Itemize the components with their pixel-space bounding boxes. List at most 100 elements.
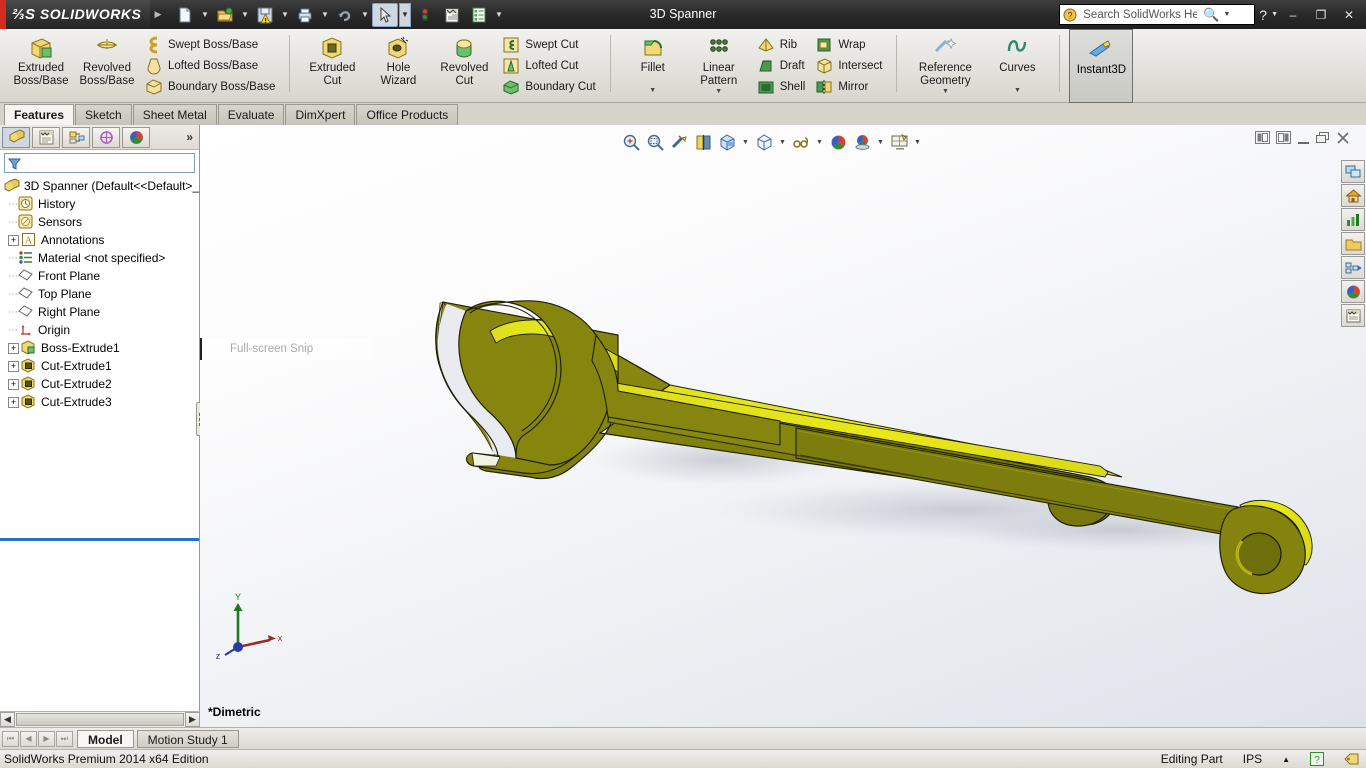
configuration-manager-tab[interactable] [62, 126, 90, 148]
solidworks-logo[interactable]: ⅔S SOLIDWORKS [0, 0, 150, 29]
tab-motion-study-1[interactable]: Motion Study 1 [136, 729, 239, 748]
nav-next-button[interactable]: ▶ [38, 730, 55, 747]
feature-tree-hscrollbar[interactable]: ◀ ▶ [0, 711, 200, 727]
swept-cut-button[interactable]: Swept Cut [499, 34, 598, 55]
tree-item-right-plane[interactable]: ⋯ Right Plane [8, 303, 199, 321]
status-units-arrow[interactable]: ▲ [1282, 755, 1290, 764]
instant3d-button[interactable]: Instant3D [1069, 29, 1134, 103]
status-units-label[interactable]: IPS [1243, 752, 1262, 766]
lofted-cut-button[interactable]: Lofted Cut [499, 55, 598, 76]
new-document-button[interactable] [172, 3, 198, 27]
boundary-boss-base-button[interactable]: Boundary Boss/Base [142, 76, 278, 97]
revolved-boss-base-button[interactable]: Revolved Boss/Base [74, 31, 140, 100]
graphics-area[interactable]: ▼ ▼ ▼ ▼ ▼ Full-screen Snip Y x z *Dimetr… [200, 125, 1366, 727]
tab-dimxpert[interactable]: DimXpert [285, 104, 356, 125]
tree-item-cut-extrude3[interactable]: + Cut-Extrude3 [8, 393, 199, 411]
display-manager-tab[interactable] [122, 126, 150, 148]
file-explorer-icon[interactable] [1341, 232, 1365, 255]
tree-item-origin[interactable]: ⋯ Origin [8, 321, 199, 339]
curves-button[interactable]: Curves ▼ [984, 31, 1050, 100]
tab-evaluate[interactable]: Evaluate [217, 104, 285, 125]
select-tool-dropdown[interactable]: ▼ [399, 2, 411, 27]
appearances-home-icon[interactable] [1341, 184, 1365, 207]
nav-last-button[interactable]: ⏭ [56, 730, 73, 747]
save-document-button[interactable] [252, 3, 278, 27]
nav-first-button[interactable]: ⏮ [2, 730, 19, 747]
select-tool-button[interactable] [372, 2, 398, 27]
hole-wizard-button[interactable]: Hole Wizard [365, 31, 431, 100]
tree-item-cut-extrude1[interactable]: + Cut-Extrude1 [8, 357, 199, 375]
search-input[interactable] [1081, 7, 1200, 22]
tree-item-top-plane[interactable]: ⋯ Top Plane [8, 285, 199, 303]
magnifier-icon[interactable]: 🔍 [1203, 7, 1219, 23]
rib-button[interactable]: Rib [754, 34, 809, 55]
open-document-button[interactable] [212, 3, 238, 27]
expand-cut-extrude3[interactable]: + [8, 396, 19, 408]
curves-dropdown[interactable]: ▼ [1014, 87, 1021, 94]
tab-sketch[interactable]: Sketch [75, 104, 132, 125]
property-manager-tab[interactable] [32, 126, 60, 148]
restore-button[interactable]: ❐ [1308, 5, 1334, 25]
options-button[interactable] [439, 3, 465, 27]
feature-filter-input[interactable] [4, 153, 195, 173]
tree-item-material[interactable]: ⋯ Material <not specified> [8, 249, 199, 267]
open-document-dropdown[interactable]: ▼ [239, 3, 251, 27]
design-library-icon[interactable] [1341, 256, 1365, 279]
customize-button[interactable] [466, 3, 492, 27]
minimize-button[interactable]: – [1280, 5, 1306, 25]
nav-prev-button[interactable]: ◀ [20, 730, 37, 747]
print-document-dropdown[interactable]: ▼ [319, 3, 331, 27]
tree-item-boss-extrude1[interactable]: + Boss-Extrude1 [8, 339, 199, 357]
tab-features[interactable]: Features [4, 104, 75, 125]
print-document-button[interactable] [292, 3, 318, 27]
intersect-button[interactable]: Intersect [812, 55, 885, 76]
scroll-left-arrow[interactable]: ◀ [0, 712, 15, 727]
help-search-box[interactable]: ? 🔍 ▼ [1059, 4, 1256, 25]
mirror-button[interactable]: Mirror [812, 76, 885, 97]
custom-properties-icon[interactable] [1341, 304, 1365, 327]
view-palette-icon[interactable] [1341, 160, 1365, 183]
scroll-right-arrow[interactable]: ▶ [185, 712, 200, 727]
new-document-dropdown[interactable]: ▼ [199, 3, 211, 27]
tree-item-sensors[interactable]: ⋯ Sensors [8, 213, 199, 231]
tab-sheet-metal[interactable]: Sheet Metal [132, 104, 217, 125]
tree-item-history[interactable]: ⋯ History [8, 195, 199, 213]
tab-office-products[interactable]: Office Products [356, 104, 459, 125]
close-button[interactable]: ✕ [1336, 5, 1362, 25]
more-tabs-button[interactable]: » [186, 130, 193, 144]
spanner-3d-model[interactable]: Y x z [200, 125, 1366, 727]
expand-boss-extrude1[interactable]: + [8, 342, 19, 354]
dimxpert-manager-tab[interactable] [92, 126, 120, 148]
scenes-lights-icon[interactable] [1341, 208, 1365, 231]
expand-annotations[interactable]: + [8, 234, 19, 246]
help-button[interactable]: ? [1257, 7, 1269, 23]
tag-icon[interactable] [1344, 752, 1360, 766]
linear-pattern-button[interactable]: Linear Pattern ▼ [686, 31, 752, 100]
revolved-cut-button[interactable]: Revolved Cut [431, 31, 497, 100]
tree-item-annotations[interactable]: + A Annotations [8, 231, 199, 249]
expand-cut-extrude1[interactable]: + [8, 360, 19, 372]
expand-cut-extrude2[interactable]: + [8, 378, 19, 390]
shell-button[interactable]: Shell [754, 76, 809, 97]
boundary-cut-button[interactable]: Boundary Cut [499, 76, 598, 97]
wrap-button[interactable]: Wrap [812, 34, 885, 55]
linear-pattern-dropdown[interactable]: ▼ [715, 88, 722, 95]
reference-geometry-dropdown[interactable]: ▼ [942, 88, 949, 95]
reference-geometry-button[interactable]: Reference Geometry ▼ [906, 31, 984, 100]
fillet-dropdown[interactable]: ▼ [649, 87, 656, 94]
fillet-button[interactable]: Fillet ▼ [620, 31, 686, 100]
save-document-dropdown[interactable]: ▼ [279, 3, 291, 27]
display-manager-pane-icon[interactable] [1341, 280, 1365, 303]
swept-boss-base-button[interactable]: Swept Boss/Base [142, 34, 278, 55]
help-question-icon[interactable]: ? [1310, 752, 1324, 766]
rebuild-button[interactable] [412, 3, 438, 27]
help-dropdown-arrow[interactable]: ▼ [1271, 11, 1278, 18]
customize-dropdown[interactable]: ▼ [493, 3, 505, 27]
menu-expand-arrow[interactable]: ▶ [150, 0, 166, 29]
extruded-cut-button[interactable]: Extruded Cut [299, 31, 365, 100]
undo-dropdown[interactable]: ▼ [359, 3, 371, 27]
feature-manager-tab[interactable] [2, 126, 30, 148]
tree-item-part[interactable]: 3D Spanner (Default<<Default>_ [4, 177, 199, 195]
scroll-thumb[interactable] [16, 713, 184, 726]
tab-model[interactable]: Model [77, 729, 134, 748]
